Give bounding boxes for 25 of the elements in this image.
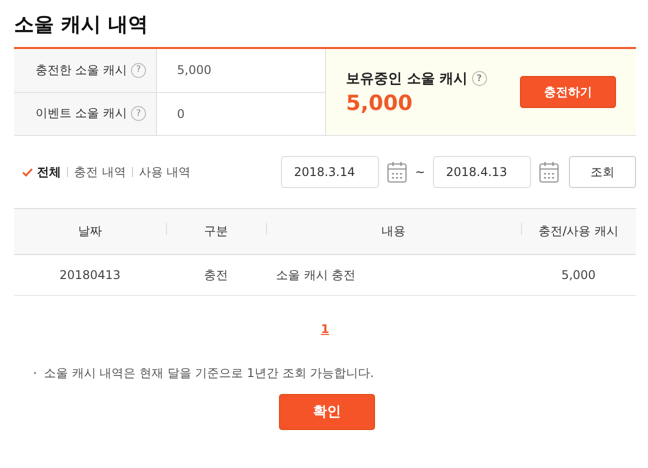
filter-tab[interactable]: 전체 (22, 164, 61, 180)
summary-label: 이벤트 소울 캐시 (35, 105, 127, 122)
notice-text: 소울 캐시 내역은 현재 달을 기준으로 1년간 조회 가능합니다. (44, 365, 374, 382)
range-separator: ~ (414, 165, 425, 179)
calendar-icon[interactable] (539, 161, 559, 183)
summary-label: 충전한 소울 캐시 (35, 62, 127, 79)
table-cell: 5,000 (521, 254, 636, 296)
filter-tab[interactable]: 사용 내역 (138, 164, 191, 180)
column-header: 구분 (166, 208, 266, 254)
start-date-field[interactable]: 2018.3.14 (280, 156, 379, 188)
calendar-icon[interactable] (386, 161, 407, 183)
balance-amount: 5,000 (346, 90, 414, 114)
summary-value: 5,000 (177, 63, 212, 78)
column-header: 충전/사용 캐시 (521, 208, 636, 254)
column-header: 내용 (266, 208, 521, 254)
end-date-field[interactable]: 2018.4.13 (433, 156, 531, 188)
filter-tab[interactable]: 충전 내역 (74, 164, 126, 180)
column-header: 날짜 (14, 208, 166, 254)
summary-value: 0 (177, 106, 185, 121)
balance-label: 보유중인 소울 캐시 (346, 70, 468, 88)
table-cell: 20180413 (14, 254, 166, 296)
search-button[interactable]: 조회 (569, 156, 636, 188)
check-icon (22, 168, 33, 176)
table-cell: 소울 캐시 충전 (266, 254, 521, 296)
table-cell: 충전 (166, 254, 266, 296)
